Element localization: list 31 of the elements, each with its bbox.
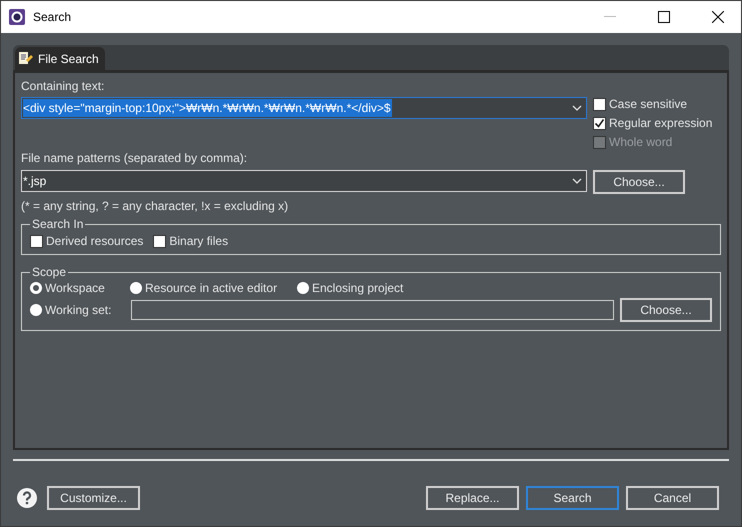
pattern-hint: (* = any string, ? = any character, !x = excluding x) [21, 199, 290, 213]
tab[interactable]: File Search [15, 47, 105, 70]
checkbox[interactable]: Case sensitive [593, 97, 721, 111]
app-icon [9, 9, 25, 25]
working-set-field[interactable] [131, 300, 614, 320]
checkbox[interactable]: Derived resources [30, 234, 144, 248]
choose-button[interactable]: Choose... [620, 298, 712, 322]
checkbox-box[interactable] [153, 234, 166, 248]
checkbox[interactable]: Binary files [153, 234, 228, 248]
checkbox-box[interactable] [593, 116, 606, 130]
dialog-button[interactable]: Cancel [626, 486, 719, 510]
checkbox-box[interactable] [30, 234, 43, 248]
choose-button[interactable]: Choose... [593, 170, 685, 194]
window-title: Search [33, 10, 72, 24]
file-patterns-label: File name patterns (separated by comma): [21, 151, 248, 165]
containing-text-field[interactable]: <div style="margin-top:10px;">₩r₩n.*₩r₩n.*₩r₩n.*₩r₩n.*</div>$ [21, 97, 587, 119]
radio-button[interactable]: Workspace [30, 281, 130, 295]
radio-button[interactable]: Enclosing project [297, 281, 447, 295]
checkbox-box[interactable] [593, 98, 606, 110]
group-title: Search In [31, 217, 84, 231]
radio-button[interactable]: Working set: [30, 303, 125, 317]
customize-button[interactable]: Customize... [47, 486, 140, 510]
containing-text-label: Containing text: [21, 79, 106, 93]
help-icon[interactable] [17, 488, 37, 508]
file-patterns-field[interactable]: *.jsp [21, 170, 587, 192]
radio-button[interactable]: Resource in active editor [130, 281, 297, 295]
group-title: Scope [31, 265, 68, 279]
search-file-icon [18, 50, 34, 66]
dialog-button[interactable]: Search [526, 486, 619, 510]
checkbox[interactable]: Regular expression [593, 116, 721, 130]
dialog-button[interactable]: Replace... [426, 486, 519, 510]
